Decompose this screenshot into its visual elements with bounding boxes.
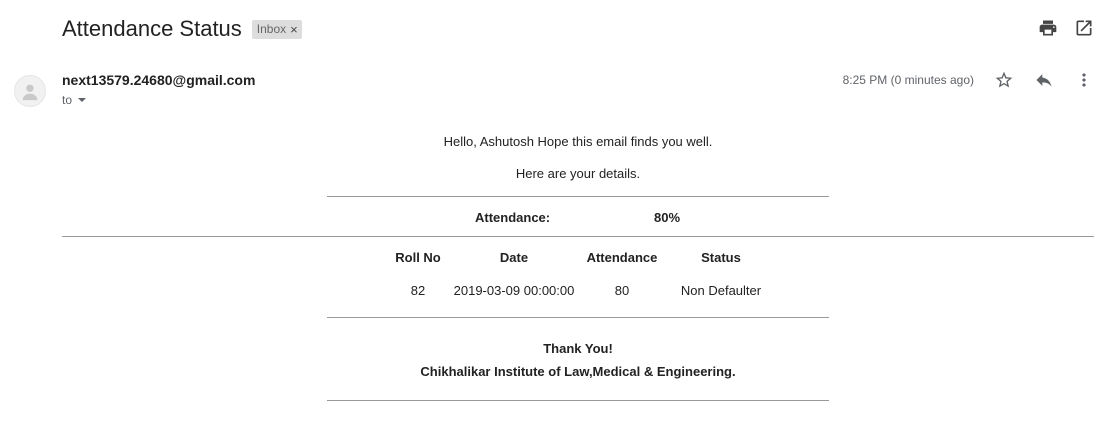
reply-icon[interactable] [1034, 70, 1054, 90]
table-header-roll-no: Roll No [395, 250, 441, 265]
timestamp: 8:25 PM (0 minutes ago) [842, 73, 974, 87]
thanks-text: Thank You! [543, 341, 613, 356]
greeting-text: Hello, Ashutosh Hope this email finds yo… [443, 134, 713, 149]
table-header-status: Status [701, 250, 741, 265]
divider [327, 196, 829, 197]
table-cell-date: 2019-03-09 00:00:00 [453, 283, 575, 298]
divider [62, 236, 1094, 237]
more-vertical-icon[interactable] [1074, 70, 1094, 90]
to-label: to [62, 93, 73, 107]
remove-label-icon[interactable]: × [290, 22, 298, 37]
recipient-details-toggle[interactable]: to [62, 93, 87, 107]
details-intro-text: Here are your details. [515, 166, 641, 181]
sender-email[interactable]: next13579.24680@gmail.com [62, 72, 255, 88]
star-icon[interactable] [994, 70, 1014, 90]
attendance-label: Attendance: [475, 210, 551, 225]
table-cell-roll-no: 82 [410, 283, 426, 298]
divider [327, 400, 829, 401]
inbox-label-text: Inbox [256, 22, 287, 36]
open-in-new-window-icon[interactable] [1074, 18, 1094, 38]
email-subject: Attendance Status [62, 16, 242, 41]
message-meta: 8:25 PM (0 minutes ago) [843, 70, 1094, 90]
subject-row: Attendance Status Inbox × [62, 14, 302, 44]
attendance-value: 80% [654, 210, 681, 225]
table-cell-attendance: 80 [614, 283, 630, 298]
inbox-label-chip[interactable]: Inbox × [251, 19, 302, 39]
top-actions [1038, 18, 1094, 38]
table-cell-status: Non Defaulter [680, 283, 762, 298]
table-header-attendance: Attendance [586, 250, 658, 265]
institute-name: Chikhalikar Institute of Law,Medical & E… [420, 364, 736, 379]
avatar-person-icon [14, 75, 46, 107]
table-header-date: Date [499, 250, 529, 265]
divider [327, 317, 829, 318]
chevron-down-icon [78, 98, 87, 102]
print-icon[interactable] [1038, 18, 1058, 38]
